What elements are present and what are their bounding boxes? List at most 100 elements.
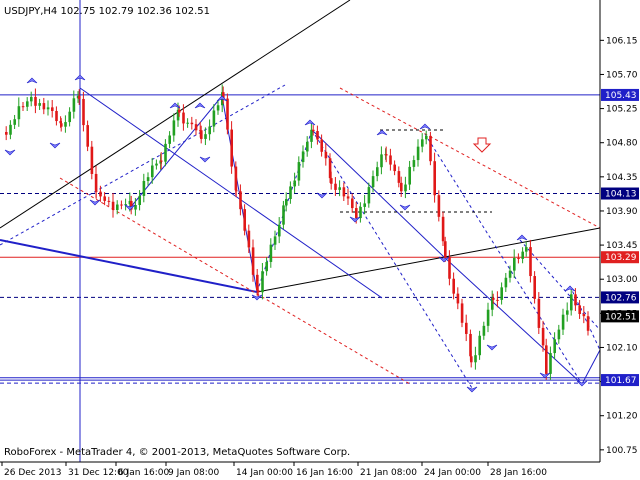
candle-body [425, 135, 428, 140]
candle-body [186, 122, 189, 124]
candle-body [448, 257, 451, 279]
candle-body [282, 205, 285, 225]
price-tick-label: 103.45 [606, 241, 638, 251]
candle-body [416, 146, 420, 161]
price-tick-label: 103.00 [606, 275, 638, 285]
candle-body [533, 276, 536, 299]
candle-body [138, 195, 141, 206]
candle-body [239, 191, 242, 210]
candle-body [393, 164, 396, 172]
candle-body [400, 182, 403, 192]
candle-body [330, 178, 333, 184]
candle-body [557, 329, 561, 340]
candle-body [200, 130, 203, 139]
candle-body [310, 129, 313, 142]
price-tick-label: 105.70 [606, 70, 638, 80]
candle-body [251, 247, 255, 275]
candle-body [517, 258, 520, 260]
candle-body [470, 356, 473, 363]
chart-background [0, 0, 640, 480]
candle-body [273, 236, 277, 245]
candle-body [285, 199, 288, 206]
candle-body [561, 314, 565, 330]
candle-body [95, 190, 98, 192]
candle-body [226, 98, 229, 130]
candle-body [320, 139, 323, 152]
candle-body [492, 297, 495, 300]
candle-body [529, 247, 532, 277]
candle-body [553, 339, 556, 354]
candle-body [26, 101, 29, 107]
candle-body [30, 96, 33, 102]
candle-body [155, 163, 158, 166]
candle-body [437, 195, 441, 217]
candle-body [17, 106, 21, 120]
time-tick-label: 24 Jan 00:00 [424, 468, 481, 478]
time-tick-label: 21 Jan 08:00 [360, 468, 417, 478]
price-chart[interactable]: 106.15 105.70 105.25 104.80 104.35 103.90 103.… [0, 0, 640, 480]
candle-body [13, 119, 16, 125]
candle-body [116, 204, 119, 210]
level-tag-label: 103.29 [605, 253, 637, 263]
price-tick-label: 104.80 [606, 139, 638, 149]
candle-body [578, 305, 581, 314]
price-tick-label: 102.10 [606, 343, 638, 353]
candle-body [208, 126, 211, 135]
candle-body [168, 135, 171, 144]
candle-body [397, 171, 401, 183]
candle-body [204, 134, 207, 139]
candle-body [278, 224, 281, 237]
candle-body [64, 122, 67, 127]
candle-body [412, 160, 416, 167]
copyright-text: RoboForex - MetaTrader 4, © 2001-2013, M… [4, 447, 350, 458]
candle-body [120, 204, 123, 206]
candle-body [460, 303, 464, 323]
candle-body [338, 187, 341, 190]
candle-body [404, 184, 407, 192]
chart-header: USDJPY,H4 102.75 102.79 102.36 102.51 [4, 6, 210, 17]
price-tick-label: 106.15 [606, 36, 638, 46]
candle-body [549, 353, 552, 374]
candle-body [342, 187, 346, 197]
candle-body [289, 186, 292, 200]
candle-body [465, 322, 468, 334]
candle-body [433, 161, 436, 196]
candle-body [508, 270, 512, 278]
price-tick-label: 105.25 [606, 105, 638, 115]
level-tag-label: 102.76 [605, 293, 637, 303]
candle-body [82, 98, 85, 126]
candle-body [346, 196, 350, 199]
candle-body [474, 355, 477, 363]
candle-body [107, 200, 111, 202]
candle-body [359, 206, 362, 219]
candle-body [257, 290, 260, 293]
candle-body [324, 151, 328, 159]
candle-body [525, 247, 528, 252]
time-tick-label: 14 Jan 00:00 [236, 468, 293, 478]
candle-body [142, 180, 146, 196]
candle-body [380, 154, 383, 168]
candle-body [60, 123, 63, 127]
candle-body [582, 313, 586, 317]
candle-body [34, 96, 37, 106]
candle-body [541, 327, 545, 346]
candle-body [367, 187, 371, 204]
candle-body [194, 124, 198, 131]
candle-body [51, 107, 54, 111]
level-tag-label: 101.67 [605, 376, 637, 386]
candle-body [301, 151, 305, 163]
candle-body [385, 154, 388, 156]
candle-body [42, 103, 46, 110]
candle-body [376, 167, 379, 177]
candle-body [146, 177, 150, 181]
candle-body [521, 251, 524, 259]
time-tick-label: 9 Jan 08:00 [168, 468, 220, 478]
candle-body [566, 310, 569, 315]
candle-body [68, 111, 71, 123]
candle-body [504, 277, 508, 288]
candle-body [371, 176, 375, 188]
candle-body [441, 216, 445, 242]
price-tick-label: 103.90 [606, 207, 638, 217]
candle-body [306, 141, 309, 152]
candle-body [444, 241, 447, 258]
